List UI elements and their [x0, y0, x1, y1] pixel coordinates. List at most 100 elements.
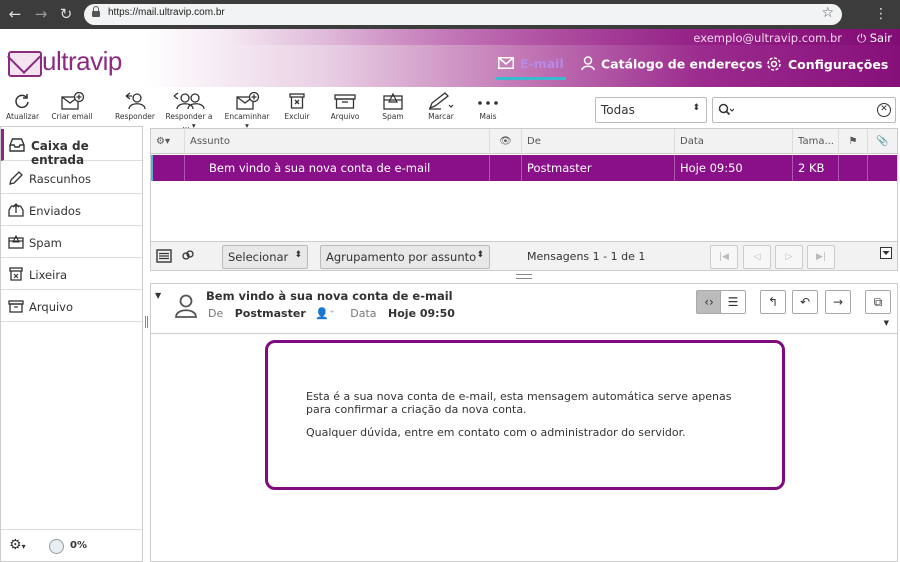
preview-header: ▼ Bem vindo à sua nova conta de e-mail D… [151, 284, 897, 334]
folder-settings-icon[interactable]: ⚙▾ [9, 537, 26, 553]
lock-icon [92, 6, 100, 18]
forward-nav-icon[interactable]: → [30, 0, 52, 29]
envelope-icon [498, 57, 514, 72]
threads-toggle-icon[interactable] [182, 249, 194, 264]
column-date[interactable]: Data [675, 129, 793, 154]
message-list-footer: Selecionar ⬍ Agrupamento por assunto ⬍ M… [150, 242, 898, 271]
sidebar-footer: ⚙▾ 0% [1, 529, 142, 561]
search-input[interactable]: ✕ [712, 97, 896, 123]
reply-all-arrow-icon: ↶ [799, 295, 811, 309]
reload-icon[interactable]: ↻ [55, 0, 77, 29]
horizontal-splitter[interactable] [516, 274, 532, 279]
compose-button[interactable]: Criar email [50, 92, 94, 121]
forward-button[interactable]: Encaminhar ▾ [224, 92, 270, 130]
back-icon[interactable]: ← [4, 0, 26, 29]
folder-drafts[interactable]: Rascunhos [1, 162, 142, 194]
row-date: Hoje 09:50 [675, 155, 793, 181]
mark-button[interactable]: Marcar [424, 92, 458, 121]
row-flag-cell[interactable] [839, 155, 868, 181]
message-body: Esta é a sua nova conta de e-mail, esta … [265, 340, 785, 490]
from-value[interactable]: Postmaster [235, 307, 306, 320]
nav-address-book[interactable]: Catálogo de endereços [581, 56, 762, 76]
list-options-icon[interactable]: ⚙▾ [156, 136, 170, 147]
search-icon[interactable] [718, 103, 735, 120]
prev-page-button[interactable]: ◁ [743, 245, 771, 269]
sent-icon [8, 203, 24, 217]
list-options-column[interactable]: ⚙▾ [151, 129, 185, 154]
spam-button[interactable]: Spam [378, 92, 408, 121]
html-view-button[interactable]: ‹› [696, 290, 722, 314]
nav-email[interactable]: E-mail [496, 56, 566, 80]
delete-button[interactable]: Excluir [282, 92, 312, 121]
column-from[interactable]: De [522, 129, 675, 154]
reply-label: Responder [115, 112, 155, 121]
column-attachment[interactable]: 📎 [868, 129, 897, 154]
logout-label: Sair [869, 31, 892, 45]
last-page-button[interactable]: ▶| [807, 245, 835, 269]
select-dropdown-label: Selecionar [228, 250, 289, 264]
url-text: https://mail.ultravip.com.br [108, 7, 225, 18]
address-bar[interactable]: https://mail.ultravip.com.br ☆ [84, 4, 842, 25]
folder-inbox[interactable]: Caixa de entrada [1, 129, 142, 167]
more-button[interactable]: Mais [474, 92, 502, 121]
plain-view-button[interactable]: ☰ [720, 290, 746, 314]
list-view-icon[interactable] [156, 249, 172, 266]
preview-reply-all-button[interactable]: ↶ [792, 290, 818, 314]
folder-trash[interactable]: Lixeira [1, 258, 142, 290]
search-filter-select[interactable]: Todas ⬍ [595, 97, 707, 123]
vertical-splitter[interactable] [145, 316, 148, 328]
eye-icon: 👁 [499, 136, 512, 147]
power-icon: ⏻ [856, 31, 867, 45]
table-row[interactable]: Bem vindo à sua nova conta de e-mail Pos… [151, 155, 897, 181]
user-email: exemplo@ultravip.com.br [693, 31, 842, 45]
column-from-label: De [527, 136, 541, 147]
header-collapse-icon[interactable]: ▼ [155, 291, 161, 300]
trash-icon [9, 267, 23, 281]
reply-all-button[interactable]: Responder a ... ▾ [161, 92, 217, 130]
new-window-icon: ⧉ [873, 295, 883, 309]
column-subject-label: Assunto [190, 136, 230, 147]
next-page-button[interactable]: ▷ [775, 245, 803, 269]
clear-search-icon[interactable]: ✕ [877, 103, 891, 117]
select-dropdown[interactable]: Selecionar ⬍ [222, 245, 308, 269]
preview-forward-button[interactable]: → [825, 290, 851, 314]
select-arrows-icon: ⬍ [476, 250, 484, 260]
forward-arrow-icon: → [832, 295, 844, 309]
column-flag-read[interactable]: 👁 [490, 129, 522, 154]
refresh-button[interactable]: Atualizar [6, 92, 39, 121]
row-from: Postmaster [522, 155, 675, 181]
code-icon: ‹› [704, 295, 714, 309]
archive-icon [334, 94, 356, 109]
nav-address-book-label: Catálogo de endereços [601, 56, 763, 72]
refresh-icon [15, 94, 29, 109]
archive-button[interactable]: Arquivo [328, 92, 362, 121]
first-page-button[interactable]: |◀ [710, 245, 738, 269]
spam-folder-icon [8, 235, 24, 249]
preview-reply-button[interactable]: ↰ [760, 290, 786, 314]
spam-label: Spam [382, 112, 404, 121]
column-size[interactable]: Tama... [793, 129, 839, 154]
archive-folder-icon [8, 300, 24, 313]
bookmark-star-icon[interactable]: ☆ [821, 5, 834, 21]
nav-settings[interactable]: Configurações [766, 56, 888, 76]
reply-button[interactable]: Responder [114, 92, 156, 121]
open-in-window-button[interactable]: ⧉ [865, 290, 891, 314]
logout-button[interactable]: ⏻ Sair [857, 31, 892, 46]
more-actions-icon[interactable]: ▼ [884, 319, 889, 327]
browser-menu-icon[interactable]: ⋮ [874, 0, 888, 29]
compose-label: Criar email [51, 112, 93, 121]
quota-circle-icon [49, 539, 64, 554]
folder-archive[interactable]: Arquivo [1, 290, 142, 322]
collapse-toggle-icon[interactable] [880, 247, 892, 259]
mark-label: Marcar [428, 112, 454, 121]
person-icon [581, 56, 595, 74]
column-flag[interactable]: ⚑ [839, 129, 868, 154]
add-contact-icon[interactable]: 👤⁺ [315, 307, 335, 320]
folder-spam[interactable]: Spam [1, 226, 142, 258]
column-size-label: Tama... [798, 136, 834, 147]
column-subject[interactable]: Assunto [185, 129, 490, 154]
grouping-dropdown[interactable]: Agrupamento por assunto ⬍ [320, 245, 490, 269]
folder-sent[interactable]: Enviados [1, 194, 142, 226]
select-arrows-icon: ⬍ [692, 103, 700, 113]
row-attachment-cell [868, 155, 897, 181]
